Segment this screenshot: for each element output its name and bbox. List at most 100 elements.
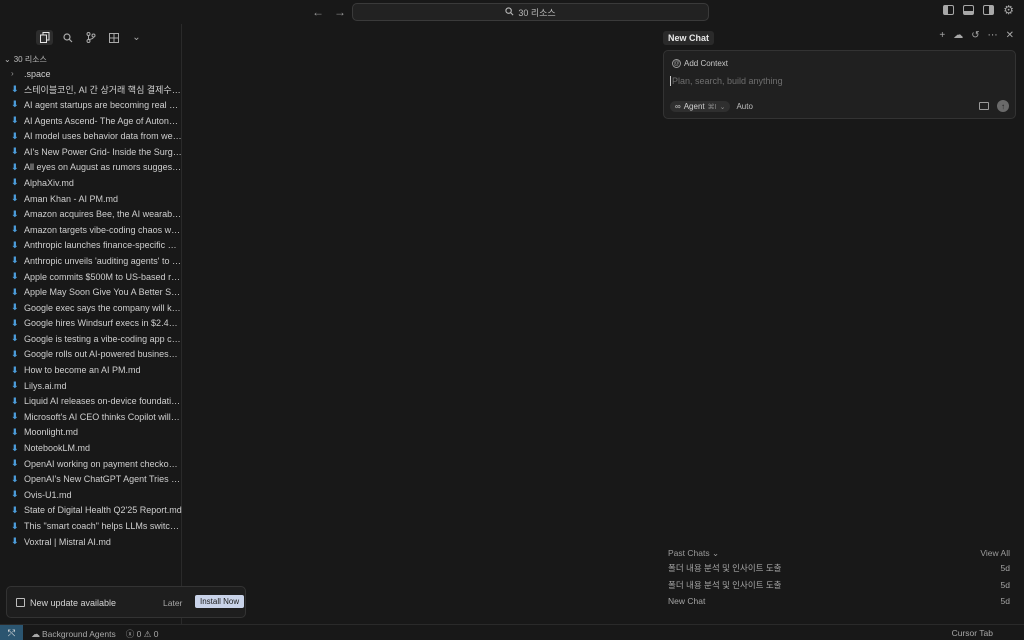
cursor-tab-status[interactable]: Cursor Tab (952, 628, 993, 638)
search-icon[interactable] (59, 30, 76, 45)
tree-file[interactable]: ⬇ AI Agents Ascend- The Age of Autonomy.m… (0, 113, 182, 129)
tree-file[interactable]: ⬇ AI agent startups are becoming real bus… (0, 97, 182, 113)
tab-new-chat[interactable]: New Chat (663, 30, 715, 45)
close-icon[interactable]: ✕ (1006, 31, 1014, 41)
source-control-icon[interactable] (82, 30, 99, 45)
tree-file[interactable]: ⬇ This "smart coach" helps LLMs switch be… (0, 518, 182, 534)
past-chat-item[interactable]: New Chat 5d (668, 593, 1010, 610)
plus-icon[interactable]: + (939, 31, 945, 41)
warning-count: 0 (153, 629, 159, 639)
tree-file[interactable]: ⬇ Voxtral | Mistral AI.md (0, 534, 182, 550)
file-name: AI agent startups are becoming real busi… (24, 99, 182, 110)
tree-file[interactable]: ⬇ OpenAI's New ChatGPT Agent Tries to Do … (0, 471, 182, 487)
past-chat-item[interactable]: 폴더 내용 분석 및 인사이트 도출 5d (668, 560, 1010, 577)
infinity-icon: ∞ (675, 102, 681, 111)
file-name: How to become an AI PM.md (24, 365, 141, 376)
title-bar: ← → 30 리소스 ⚙ (0, 0, 1024, 24)
folder-header[interactable]: ⌄ 30 리소스 (4, 53, 47, 65)
markdown-icon: ⬇ (11, 426, 19, 437)
at-icon: @ (672, 59, 681, 68)
tree-file[interactable]: ⬇ Google rolls out AI-powered business ca… (0, 347, 182, 363)
markdown-icon: ⬇ (11, 271, 19, 282)
markdown-icon: ⬇ (11, 348, 19, 359)
tree-file[interactable]: ⬇ AI's New Power Grid- Inside the Surge.m… (0, 144, 182, 160)
file-name: Anthropic unveils 'auditing agents' to t… (24, 255, 182, 266)
tree-file[interactable]: ⬇ NotebookLM.md (0, 440, 182, 456)
tree-file[interactable]: ⬇ Moonlight.md (0, 425, 182, 441)
arrow-right-icon[interactable]: → (334, 5, 346, 19)
tree-file[interactable]: ⬇ Anthropic unveils 'auditing agents' to … (0, 253, 182, 269)
status-bar: ⤲ ☁ Background Agents ⓧ 0 ⚠ 0 Cursor Tab (0, 624, 1024, 640)
tree-file[interactable]: ⬇ AlphaXiv.md (0, 175, 182, 191)
markdown-icon: ⬇ (11, 317, 19, 328)
chat-composer[interactable]: @ Add Context Plan, search, build anythi… (663, 50, 1016, 119)
toggle-left-panel-icon[interactable] (943, 5, 955, 15)
view-all-link[interactable]: View All (980, 548, 1010, 560)
tree-file[interactable]: ⬇ Google hires Windsurf execs in $2.4B de… (0, 316, 182, 332)
error-icon: ⓧ (125, 629, 135, 639)
files-icon[interactable] (36, 30, 53, 45)
past-chat-item[interactable]: 폴더 내용 분석 및 인사이트 도출 5d (668, 577, 1010, 594)
extensions-icon[interactable] (105, 30, 122, 45)
remote-icon[interactable]: ⤲ (0, 625, 23, 640)
later-button[interactable]: Later (163, 598, 182, 608)
tree-file[interactable]: ⬇ Google exec says the company will keep … (0, 300, 182, 316)
tree-file[interactable]: ⬇ Microsoft's AI CEO thinks Copilot will … (0, 409, 182, 425)
send-button[interactable]: ↑ (997, 100, 1009, 112)
agent-mode-selector[interactable]: ∞ Agent ⌘I ⌄ (670, 101, 731, 112)
tree-file[interactable]: ⬇ Amazon acquires Bee, the AI wearable.md (0, 206, 182, 222)
past-chat-age: 5d (1000, 579, 1010, 590)
file-name: Ovis-U1.md (24, 489, 72, 500)
markdown-icon: ⬇ (11, 115, 19, 126)
agent-label: Agent (683, 102, 705, 111)
gear-icon[interactable]: ⚙ (1003, 4, 1014, 16)
add-context-button[interactable]: @ Add Context (672, 59, 728, 68)
editor-area[interactable] (183, 24, 659, 624)
model-selector[interactable]: Auto (736, 102, 752, 111)
tree-file[interactable]: ⬇ AI model uses behavior data from wearab… (0, 128, 182, 144)
tree-file[interactable]: ⬇ Aman Khan - AI PM.md (0, 191, 182, 207)
file-name: AI model uses behavior data from wearabl… (24, 131, 182, 142)
agent-shortcut: ⌘I (707, 103, 717, 111)
layout-controls: ⚙ (943, 4, 1014, 16)
tree-file[interactable]: ⬇ Apple May Soon Give You A Better Siri.m… (0, 284, 182, 300)
history-icon[interactable]: ↺ (971, 31, 979, 41)
toggle-bottom-panel-icon[interactable] (963, 5, 975, 15)
file-name: Voxtral | Mistral AI.md (24, 536, 111, 547)
command-center-search[interactable]: 30 리소스 (352, 3, 709, 21)
tree-folder-space[interactable]: › .space (0, 66, 182, 82)
command-center-label: 30 리소스 (518, 7, 556, 18)
tree-file[interactable]: ⬇ Apple commits $500M to US-based rare ea… (0, 269, 182, 285)
tree-file[interactable]: ⬇ Anthropic launches finance-specific Cla… (0, 238, 182, 254)
toggle-right-panel-icon[interactable] (983, 5, 995, 15)
install-now-button[interactable]: Install Now (195, 595, 245, 608)
tree-file[interactable]: ⬇ 스테이블코인, AI 간 상거래 핵심 결제수단 될 것.md (0, 82, 182, 98)
file-name: State of Digital Health Q2'25 Report.md (24, 505, 182, 516)
tree-file[interactable]: ⬇ Liquid AI releases on-device foundation… (0, 393, 182, 409)
chevron-down-icon: ⌄ (711, 548, 720, 558)
file-name: Google is testing a vibe-coding app call… (24, 333, 182, 344)
chat-input[interactable]: Plan, search, build anything (670, 76, 783, 86)
markdown-icon: ⬇ (11, 130, 19, 141)
chevron-down-icon[interactable]: ⌄ (128, 30, 145, 45)
tree-file[interactable]: ⬇ State of Digital Health Q2'25 Report.md (0, 503, 182, 519)
background-agents-button[interactable]: ☁ Background Agents (31, 629, 116, 640)
tree-file[interactable]: ⬇ Google is testing a vibe-coding app cal… (0, 331, 182, 347)
tree-file[interactable]: ⬇ OpenAI working on payment checkout in C… (0, 456, 182, 472)
problems-indicator[interactable]: ⓧ 0 ⚠ 0 (126, 628, 159, 640)
tree-file[interactable]: ⬇ Amazon targets vibe-coding chaos with K… (0, 222, 182, 238)
file-name: Aman Khan - AI PM.md (24, 193, 119, 204)
tree-file[interactable]: ⬇ All eyes on August as rumors suggest GP… (0, 160, 182, 176)
explorer-sidebar: ⌄ ⌄ 30 리소스 › .space ⬇ 스테이블코인, AI 간 상거래 핵심… (0, 24, 182, 624)
tree-file[interactable]: ⬇ How to become an AI PM.md (0, 362, 182, 378)
cloud-icon[interactable]: ☁ (953, 31, 963, 41)
arrow-left-icon[interactable]: ← (312, 5, 324, 19)
more-icon[interactable]: ⋯ (988, 31, 998, 41)
file-name: Google rolls out AI-powered business cal… (24, 349, 182, 360)
image-icon[interactable] (979, 102, 989, 110)
tree-file[interactable]: ⬇ Ovis-U1.md (0, 487, 182, 503)
tree-file[interactable]: ⬇ Lilys.ai.md (0, 378, 182, 394)
past-chats-toggle[interactable]: Past Chats ⌄ (668, 548, 719, 560)
file-name: Microsoft's AI CEO thinks Copilot will h… (24, 411, 182, 422)
file-name: AI's New Power Grid- Inside the Surge.md (24, 146, 182, 157)
